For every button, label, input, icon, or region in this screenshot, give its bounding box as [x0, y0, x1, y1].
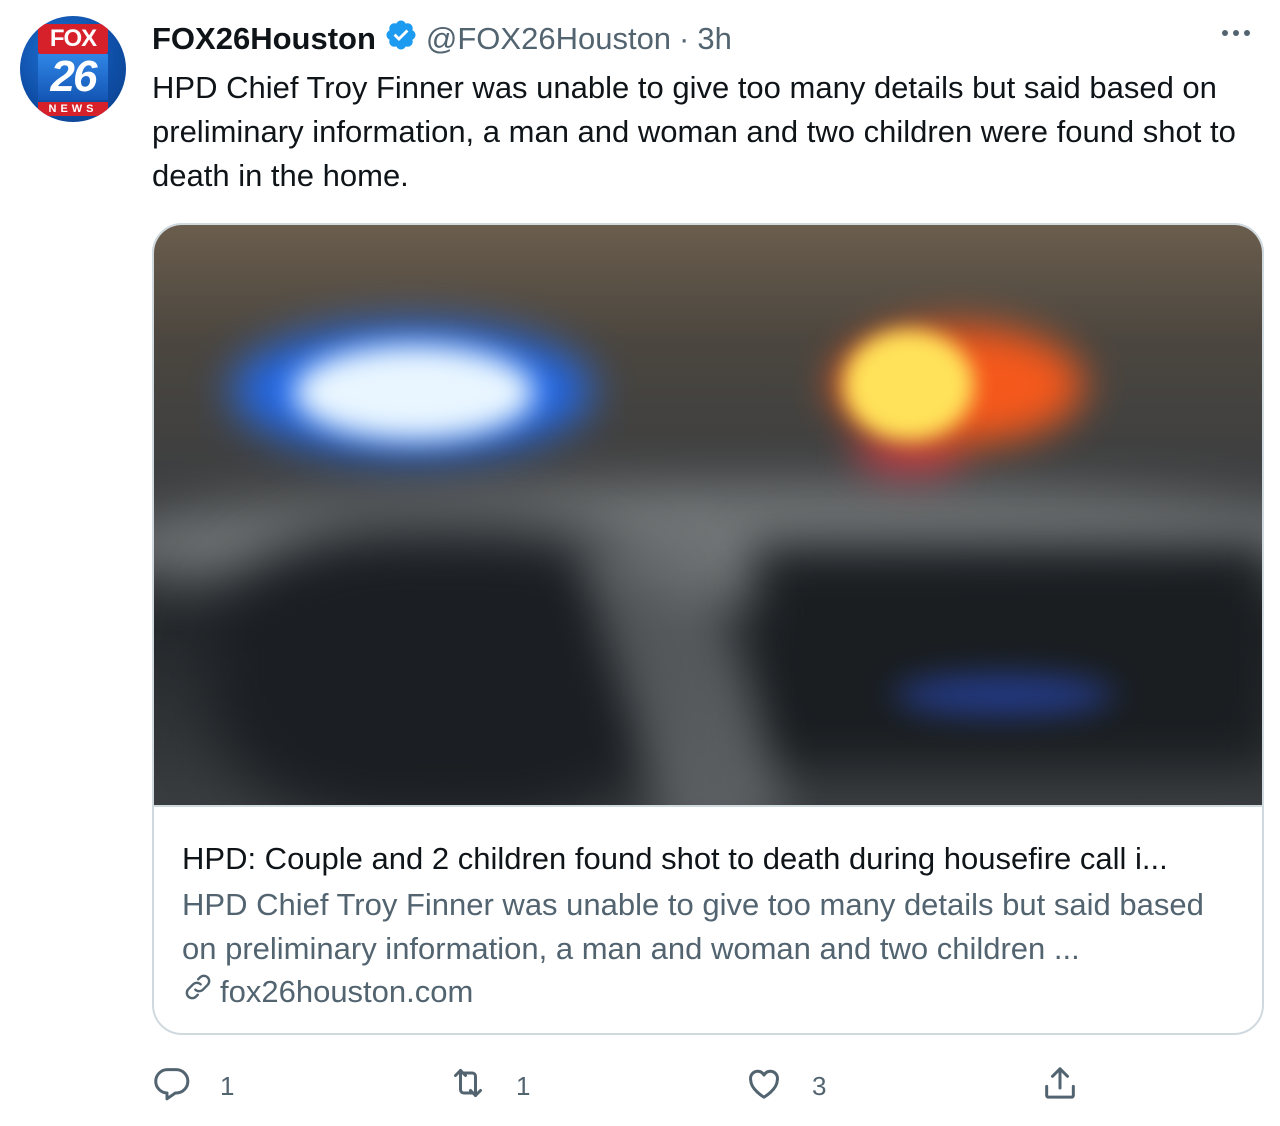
share-button[interactable]	[1040, 1062, 1080, 1110]
card-info[interactable]: HPD: Couple and 2 children found shot to…	[154, 805, 1262, 1013]
timestamp[interactable]: 3h	[697, 21, 731, 57]
tweet-actions: 1 1 3	[152, 1062, 1092, 1110]
more-options-icon[interactable]	[1222, 30, 1250, 36]
avatar[interactable]: FOX 26 NEWS	[20, 16, 126, 122]
heart-icon	[744, 1063, 784, 1110]
card-title: HPD: Couple and 2 children found shot to…	[182, 841, 1168, 876]
link-icon	[182, 971, 214, 1013]
retweet-button[interactable]: 1	[448, 1062, 530, 1110]
tweet[interactable]: FOX 26 NEWS FOX26Houston @FOX26Houston ·…	[0, 0, 1280, 1126]
display-name[interactable]: FOX26Houston	[152, 21, 376, 57]
tweet-header: FOX26Houston @FOX26Houston · 3h	[152, 18, 732, 60]
avatar-brand: FOX	[38, 24, 108, 54]
like-count: 3	[812, 1070, 827, 1101]
avatar-subtitle: NEWS	[38, 102, 108, 116]
reply-button[interactable]: 1	[152, 1062, 234, 1110]
tweet-text: HPD Chief Troy Finner was unable to give…	[152, 70, 1236, 193]
separator: ·	[679, 21, 690, 56]
reply-count: 1	[220, 1070, 235, 1101]
retweet-count: 1	[516, 1070, 531, 1101]
avatar-number: 26	[38, 54, 108, 100]
share-icon	[1040, 1063, 1080, 1110]
card-image[interactable]	[154, 225, 1262, 805]
verified-badge-icon	[384, 18, 418, 60]
reply-icon	[152, 1063, 192, 1110]
card-domain: fox26houston.com	[182, 971, 1234, 1013]
card-domain-text: fox26houston.com	[220, 974, 474, 1009]
handle[interactable]: @FOX26Houston	[426, 21, 671, 57]
retweet-icon	[448, 1063, 488, 1110]
like-button[interactable]: 3	[744, 1062, 826, 1110]
card-description: HPD Chief Troy Finner was unable to give…	[182, 887, 1204, 966]
link-card[interactable]: HPD: Couple and 2 children found shot to…	[152, 223, 1264, 1035]
